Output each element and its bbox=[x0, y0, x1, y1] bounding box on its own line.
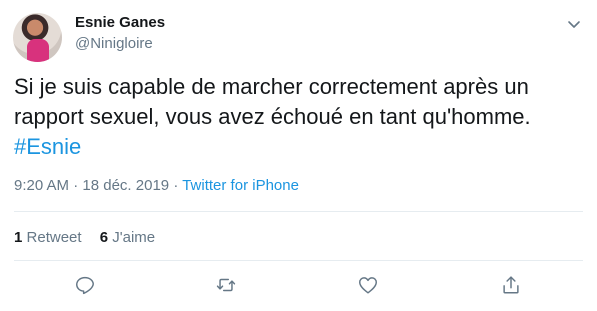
retweets-count: 1 bbox=[14, 229, 23, 246]
tweet-text: Si je suis capable de marcher correcteme… bbox=[14, 72, 584, 162]
source-link[interactable]: Twitter for iPhone bbox=[182, 177, 299, 194]
tweet-meta: 9:20 AM · 18 déc. 2019 · Twitter for iPh… bbox=[14, 177, 299, 194]
divider-top bbox=[14, 211, 583, 212]
likes-count: 6 bbox=[99, 229, 109, 246]
comment-icon[interactable] bbox=[74, 274, 96, 296]
meta-separator: · bbox=[73, 177, 79, 194]
action-bar bbox=[0, 274, 597, 298]
retweet-icon[interactable] bbox=[215, 274, 237, 296]
tweet-stats: 1 Retweet 6 J'aime bbox=[14, 229, 155, 246]
divider-bottom bbox=[14, 260, 583, 261]
hashtag-link[interactable]: #Esnie bbox=[14, 134, 81, 159]
likes-stat[interactable]: 6 J'aime bbox=[100, 229, 155, 246]
chevron-down-icon[interactable] bbox=[566, 16, 582, 32]
retweets-label: Retweet bbox=[26, 229, 82, 246]
tweet-body: Si je suis capable de marcher correcteme… bbox=[14, 74, 535, 129]
heart-icon[interactable] bbox=[357, 274, 379, 296]
meta-separator-2: · bbox=[173, 177, 179, 194]
display-name[interactable]: Esnie Ganes bbox=[75, 14, 165, 31]
avatar[interactable] bbox=[13, 13, 62, 62]
tweet-date[interactable]: 18 déc. 2019 bbox=[82, 177, 169, 194]
tweet-time[interactable]: 9:20 AM bbox=[14, 177, 69, 194]
avatar-figure bbox=[27, 39, 49, 62]
retweets-stat[interactable]: 1 Retweet bbox=[14, 229, 82, 246]
username-handle[interactable]: @Ninigloire bbox=[75, 35, 153, 52]
likes-label: J'aime bbox=[112, 229, 156, 246]
share-icon[interactable] bbox=[500, 274, 522, 296]
